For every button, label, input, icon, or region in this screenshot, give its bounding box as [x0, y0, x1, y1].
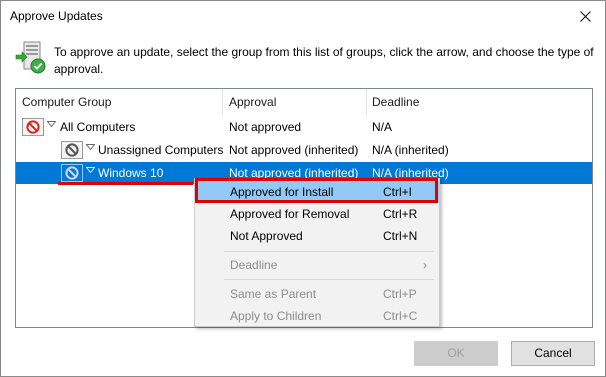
group-row-all-computers[interactable]: All Computers Not approved N/A — [16, 116, 592, 138]
blocked-gray-icon — [61, 164, 83, 182]
menu-item-label: Not Approved — [230, 229, 303, 243]
menu-item-apply-to-children[interactable]: Apply to Children Ctrl+C — [195, 305, 439, 327]
close-button[interactable] — [565, 1, 605, 31]
ok-button[interactable]: OK — [414, 341, 498, 366]
column-header-deadline[interactable]: Deadline — [372, 89, 419, 115]
menu-item-not-approved[interactable]: Not Approved Ctrl+N — [195, 225, 439, 247]
menu-item-label: Approved for Removal — [230, 207, 350, 221]
menu-separator — [224, 279, 434, 280]
approval-dropdown[interactable] — [61, 164, 95, 182]
menu-item-approved-for-removal[interactable]: Approved for Removal Ctrl+R — [195, 203, 439, 225]
menu-item-deadline[interactable]: Deadline › — [195, 254, 439, 276]
group-row-unassigned-computers[interactable]: Unassigned Computers Not approved (inher… — [16, 139, 592, 161]
menu-item-same-as-parent[interactable]: Same as Parent Ctrl+P — [195, 283, 439, 305]
dropdown-arrow-icon — [86, 167, 95, 173]
menu-item-shortcut: Ctrl+N — [383, 229, 418, 243]
menu-item-label: Same as Parent — [230, 287, 317, 301]
annotation-highlight-box — [195, 178, 438, 203]
approval-dropdown[interactable] — [22, 118, 56, 136]
window-title: Approve Updates — [10, 9, 103, 23]
group-name: All Computers — [60, 120, 136, 134]
menu-item-label: Apply to Children — [230, 309, 322, 323]
approval-dropdown[interactable] — [61, 141, 95, 159]
menu-separator — [224, 251, 434, 252]
group-name: Windows 10 — [98, 166, 164, 180]
annotation-underline — [58, 182, 193, 185]
approve-server-icon — [15, 41, 46, 74]
dropdown-arrow-icon — [86, 144, 95, 150]
deadline-value: N/A (inherited) — [372, 143, 449, 157]
group-name: Unassigned Computers — [98, 143, 224, 157]
menu-item-shortcut: Ctrl+C — [383, 309, 418, 323]
column-separator[interactable] — [366, 89, 367, 115]
instructions-text: To approve an update, select the group f… — [54, 45, 594, 76]
approval-value: Not approved — [229, 120, 302, 134]
cancel-button[interactable]: Cancel — [511, 341, 595, 366]
menu-item-label: Deadline — [230, 258, 278, 272]
submenu-arrow-icon: › — [423, 258, 427, 272]
column-header-approval[interactable]: Approval — [229, 89, 276, 115]
menu-item-shortcut: Ctrl+P — [383, 287, 417, 301]
close-icon — [579, 10, 591, 22]
approval-value: Not approved (inherited) — [229, 143, 359, 157]
title-bar: Approve Updates — [1, 1, 605, 31]
column-header-computer-group[interactable]: Computer Group — [22, 89, 111, 115]
deadline-value: N/A — [372, 120, 393, 134]
approve-updates-dialog: Approve Updates To approve an update, se… — [0, 0, 606, 377]
menu-item-shortcut: Ctrl+R — [383, 207, 418, 221]
dropdown-arrow-icon — [47, 121, 56, 127]
column-separator[interactable] — [222, 89, 223, 115]
blocked-red-icon — [22, 118, 44, 136]
blocked-gray-icon — [61, 141, 83, 159]
